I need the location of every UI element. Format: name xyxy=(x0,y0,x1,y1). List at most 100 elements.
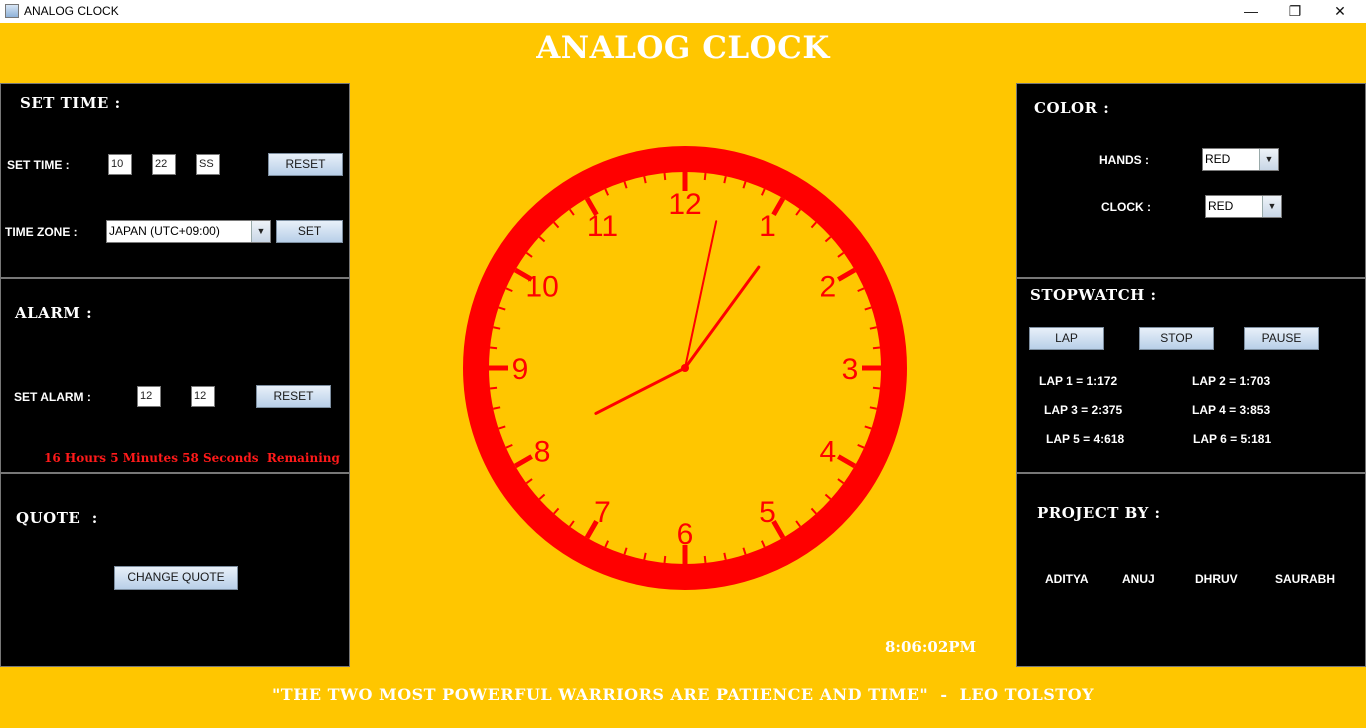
set-timezone-button[interactable]: SET xyxy=(276,220,343,243)
minute-tick xyxy=(505,443,513,449)
minute-tick xyxy=(568,208,575,216)
stopwatch-panel: STOPWATCH : LAP STOP PAUSE LAP 1 = 1:172… xyxy=(1016,278,1366,473)
minute-tick xyxy=(623,547,628,555)
pause-button[interactable]: PAUSE xyxy=(1244,327,1319,350)
minute-tick xyxy=(723,176,727,184)
window-title: ANALOG CLOCK xyxy=(24,4,119,18)
timezone-label: TIME ZONE : xyxy=(5,225,78,239)
java-app-icon xyxy=(5,4,19,18)
minute-tick xyxy=(498,306,506,311)
minute-tick xyxy=(623,181,628,189)
chevron-down-icon[interactable]: ▼ xyxy=(251,221,270,242)
clock-center-dot xyxy=(681,364,689,372)
minute-tick xyxy=(663,555,667,564)
minute-tick xyxy=(538,493,546,500)
minute-tick xyxy=(864,425,872,430)
minute-tick xyxy=(824,493,832,500)
minute-tick xyxy=(703,555,707,564)
minute-tick xyxy=(604,188,610,196)
minute-tick xyxy=(795,208,802,216)
minute-tick xyxy=(568,520,575,528)
hour-tick xyxy=(514,454,533,469)
minute-tick xyxy=(857,287,865,293)
timezone-select[interactable]: JAPAN (UTC+09:00) ▼ xyxy=(106,220,271,243)
clock-numeral: 10 xyxy=(525,271,558,304)
change-quote-button[interactable]: CHANGE QUOTE xyxy=(114,566,238,590)
clock-numeral: 12 xyxy=(668,188,701,221)
minute-tick xyxy=(837,251,845,258)
minute-tick xyxy=(703,172,707,181)
clock-numeral: 2 xyxy=(820,271,837,304)
color-title: COLOR : xyxy=(1034,99,1110,117)
member-name: SAURABH xyxy=(1275,572,1335,586)
digital-time: 8:06:02PM xyxy=(885,638,977,656)
second-field[interactable]: SS xyxy=(196,154,220,175)
minute-tick xyxy=(538,236,546,243)
alarm-panel: ALARM : SET ALARM : 12 12 RESET 16 Hours… xyxy=(0,278,350,473)
minute-tick xyxy=(869,406,877,410)
member-name: ANUJ xyxy=(1122,572,1155,586)
minute-field[interactable]: 22 xyxy=(152,154,176,175)
restore-icon[interactable]: ❐ xyxy=(1272,0,1318,23)
clock-color-value: RED xyxy=(1208,199,1234,213)
hour-tick xyxy=(837,454,856,469)
alarm-hour-field[interactable]: 12 xyxy=(137,386,161,407)
hands-color-value: RED xyxy=(1205,152,1231,166)
timezone-value: JAPAN (UTC+09:00) xyxy=(109,224,220,238)
minute-tick xyxy=(525,251,533,258)
minute-tick xyxy=(824,236,832,243)
clock-color-label: CLOCK : xyxy=(1101,200,1151,214)
project-panel: PROJECT BY : ADITYA ANUJ DHRUV SAURABH xyxy=(1016,473,1366,667)
clock-color-select[interactable]: RED ▼ xyxy=(1205,195,1282,218)
minute-tick xyxy=(643,552,647,560)
color-panel: COLOR : HANDS : RED ▼ CLOCK : RED ▼ xyxy=(1016,83,1366,278)
window-titlebar: ANALOG CLOCK — ❐ ✕ xyxy=(0,0,1366,23)
minute-tick xyxy=(864,306,872,311)
member-name: DHRUV xyxy=(1195,572,1238,586)
minute-tick xyxy=(795,520,802,528)
set-alarm-label: SET ALARM : xyxy=(14,390,91,404)
minute-tick xyxy=(872,386,881,390)
lap-entry: LAP 4 = 3:853 xyxy=(1192,403,1271,417)
minute-tick xyxy=(663,172,667,181)
hands-color-label: HANDS : xyxy=(1099,153,1149,167)
minute-tick xyxy=(857,443,865,449)
member-name: ADITYA xyxy=(1045,572,1089,586)
minute-tick xyxy=(604,540,610,548)
lap-button[interactable]: LAP xyxy=(1029,327,1104,350)
set-time-title: SET TIME : xyxy=(20,94,121,112)
minute-tick xyxy=(837,478,845,485)
reset-alarm-button[interactable]: RESET xyxy=(256,385,331,408)
quote-panel: QUOTE : CHANGE QUOTE xyxy=(0,473,350,667)
alarm-title: ALARM : xyxy=(15,304,93,322)
lap-entry: LAP 1 = 1:172 xyxy=(1039,374,1118,388)
hour-field[interactable]: 10 xyxy=(108,154,132,175)
chevron-down-icon[interactable]: ▼ xyxy=(1259,149,1278,170)
chevron-down-icon[interactable]: ▼ xyxy=(1262,196,1281,217)
minute-tick xyxy=(760,188,766,196)
minute-tick xyxy=(553,221,560,229)
minute-tick xyxy=(553,507,560,515)
close-icon[interactable]: ✕ xyxy=(1317,0,1363,23)
hour-tick xyxy=(837,267,856,282)
set-time-label: SET TIME : xyxy=(7,158,70,172)
clock-numeral: 4 xyxy=(820,436,837,469)
alarm-remaining-text: 16 Hours 5 Minutes 58 Seconds Remaining xyxy=(44,451,340,465)
minute-tick xyxy=(723,552,727,560)
clock-numeral: 3 xyxy=(842,353,859,386)
hands-color-select[interactable]: RED ▼ xyxy=(1202,148,1279,171)
minute-tick xyxy=(742,547,747,555)
minimize-icon[interactable]: — xyxy=(1228,0,1274,23)
clock-numeral: 11 xyxy=(587,210,618,243)
minute-tick xyxy=(872,346,881,350)
hour-hand xyxy=(594,366,687,415)
minute-tick xyxy=(525,478,533,485)
alarm-minute-field[interactable]: 12 xyxy=(191,386,215,407)
minute-tick xyxy=(489,346,498,350)
quote-text: "THE TWO MOST POWERFUL WARRIORS ARE PATI… xyxy=(271,685,1095,704)
lap-entry: LAP 3 = 2:375 xyxy=(1044,403,1123,417)
minute-tick xyxy=(505,287,513,293)
reset-time-button[interactable]: RESET xyxy=(268,153,343,176)
stop-button[interactable]: STOP xyxy=(1139,327,1214,350)
clock-numeral: 1 xyxy=(759,210,776,243)
